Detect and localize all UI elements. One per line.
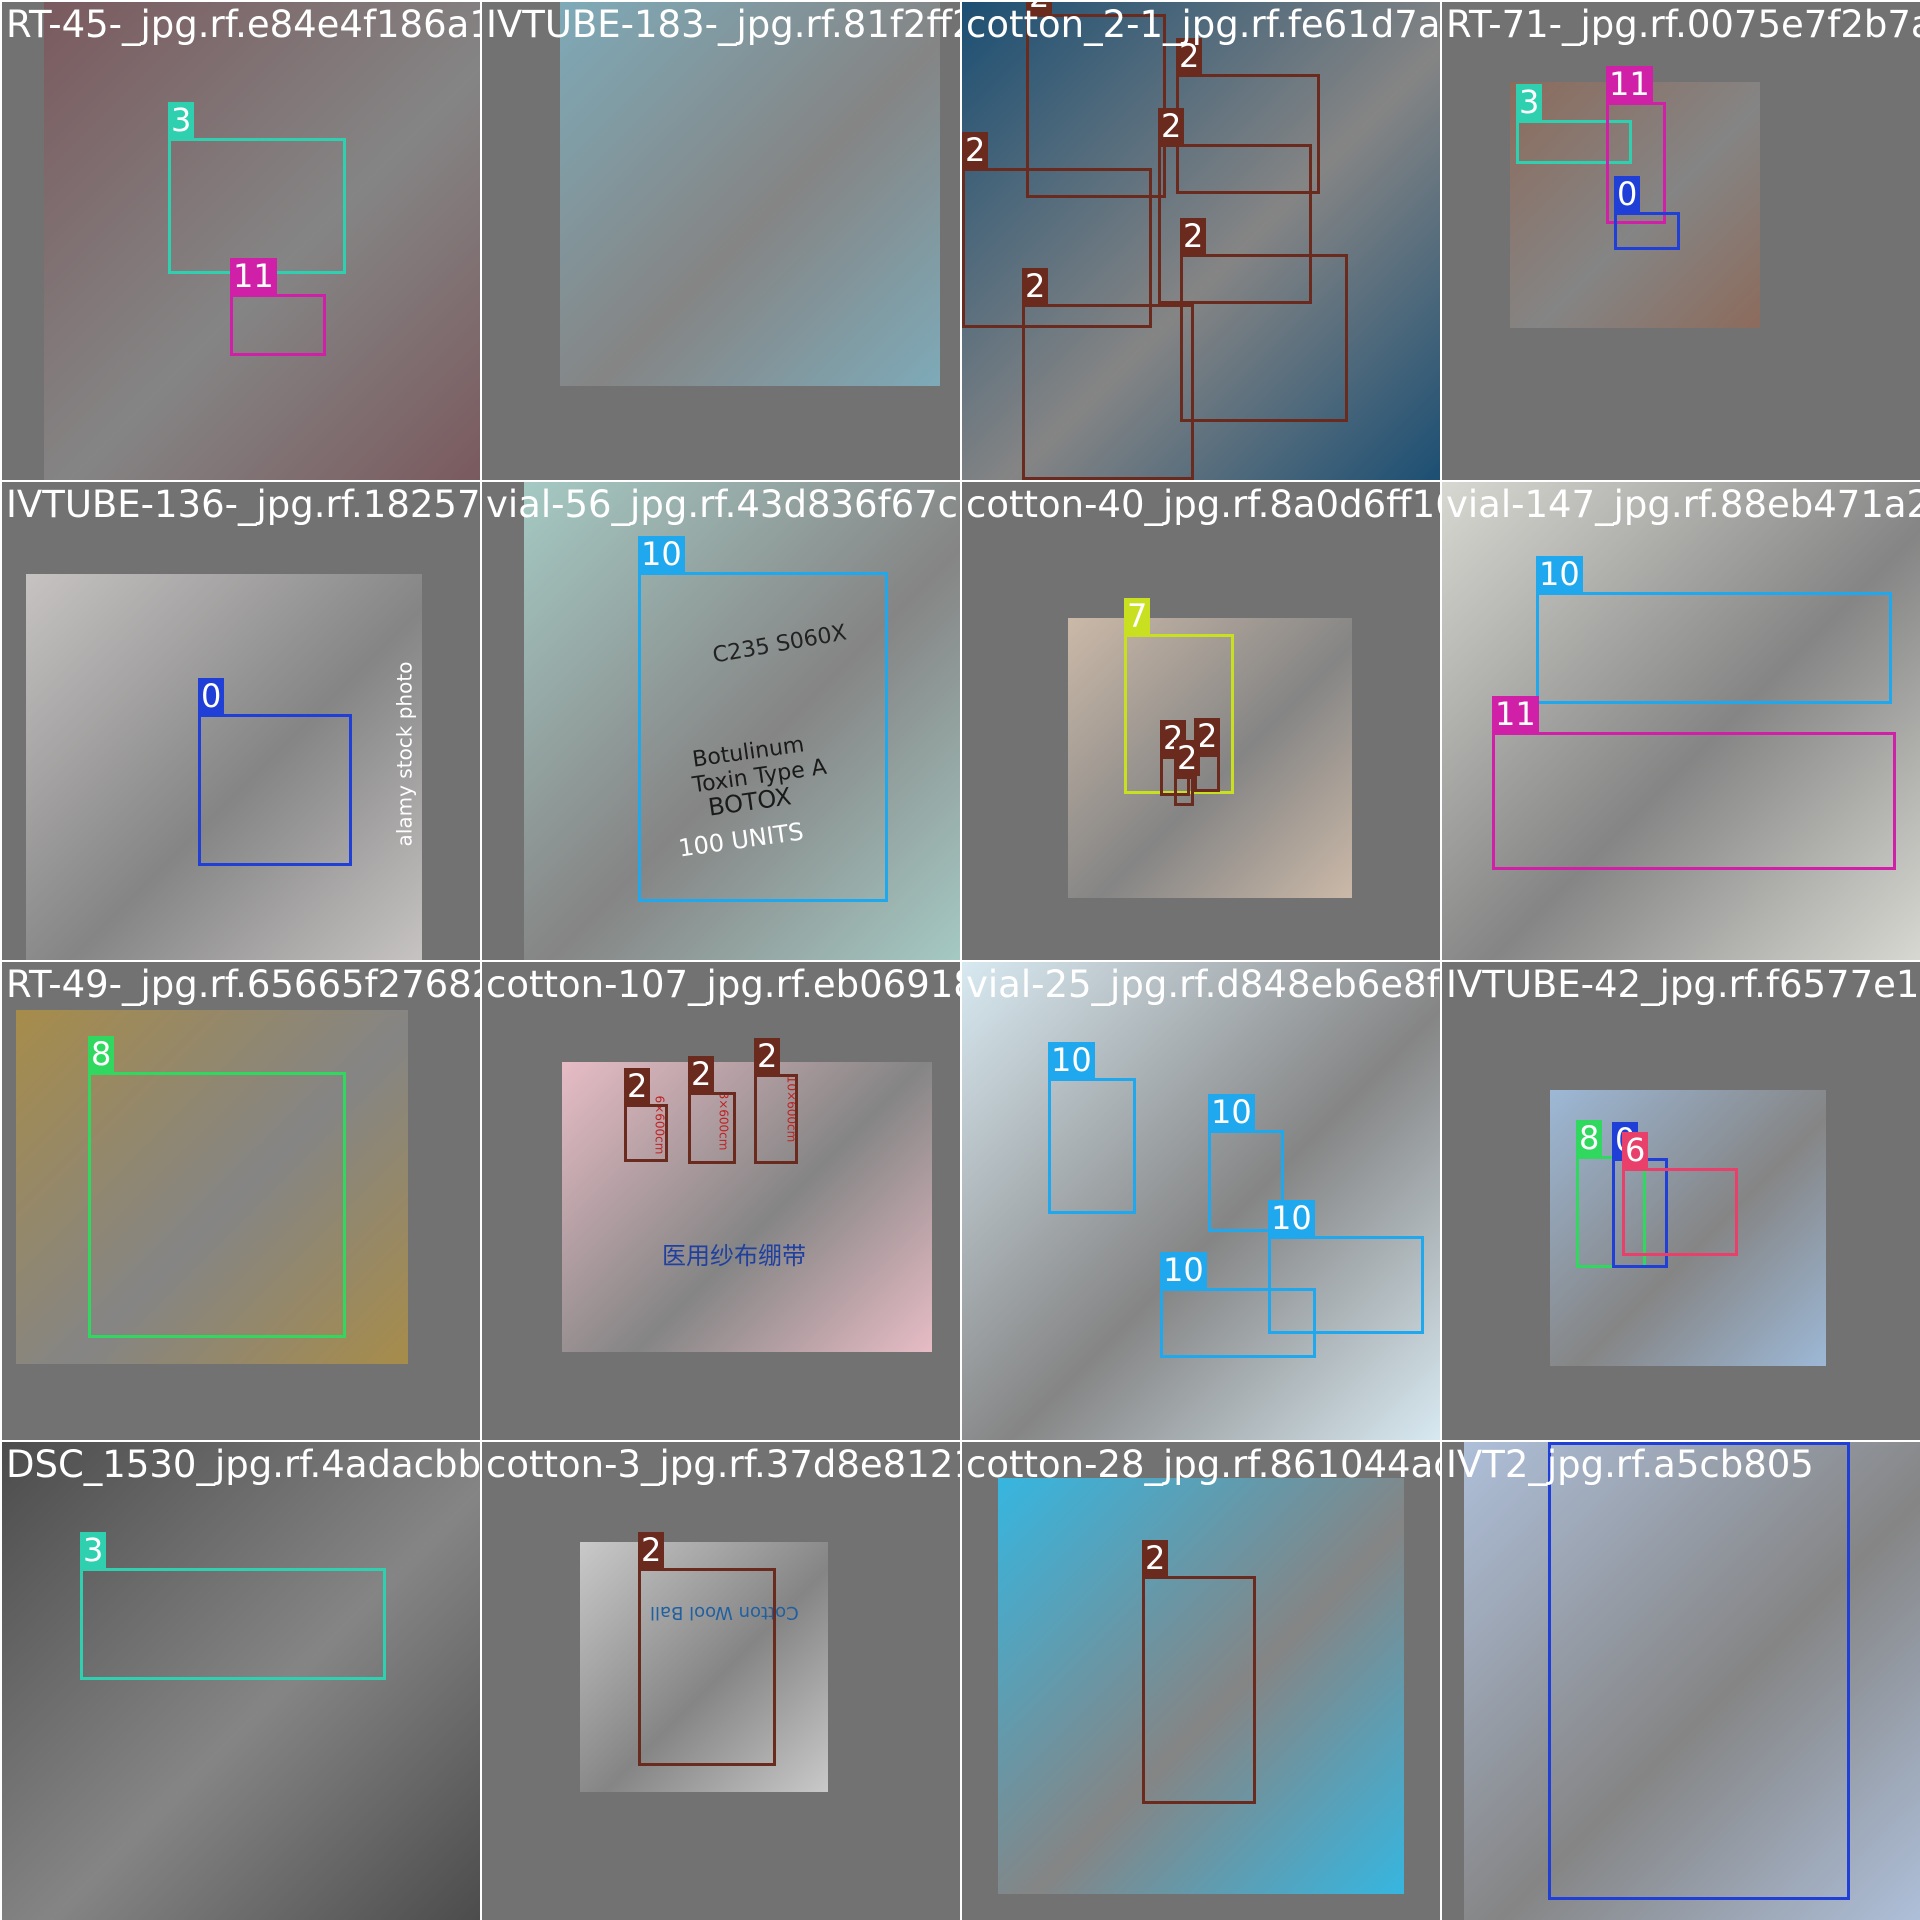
bounding-box: 0: [198, 678, 352, 866]
filename-label: IVTUBE-183-_jpg.rf.81f2ff2c...: [486, 3, 960, 46]
class-label: 2: [1022, 268, 1049, 304]
image-tile: cotton-107_jpg.rf.eb069187f...2226×600cm…: [482, 962, 960, 1440]
filename-label: vial-25_jpg.rf.d848eb6e8f...: [966, 963, 1440, 1006]
image-tile: cotton-28_jpg.rf.861044ac9... 2: [962, 1442, 1440, 1920]
bounding-box: 0: [1548, 1442, 1850, 1900]
class-label: 2: [962, 132, 989, 168]
filename-label: cotton-107_jpg.rf.eb069187f...: [486, 963, 960, 1006]
filename-label: RT-45-_jpg.rf.e84e4f186a1c2b...: [6, 3, 480, 46]
class-label: 11: [1606, 66, 1653, 102]
class-label: 10: [1268, 1200, 1315, 1236]
bounding-box: 10: [1536, 556, 1892, 704]
bounding-box: 11: [1492, 696, 1896, 870]
bounding-box: 0: [1614, 176, 1680, 250]
filename-label: cotton-3_jpg.rf.37d8e812116...: [486, 1443, 960, 1486]
class-label: 0: [198, 678, 225, 714]
filename-label: cotton_2-1_jpg.rf.fe61d7a79d5f7751-cotto…: [966, 3, 1440, 46]
class-label: 2: [688, 1056, 715, 1092]
bounding-box: 2: [1174, 740, 1201, 806]
bounding-box: 3: [80, 1532, 386, 1680]
bounding-box: 8: [88, 1036, 346, 1338]
image-tile: vial-56_jpg.rf.43d836f67c... 10 C235 S060X…: [482, 482, 960, 960]
image-tile: IVT2_jpg.rf.a5cb8050: [1442, 1442, 1920, 1920]
class-label: 2: [754, 1038, 781, 1074]
image-tile: DSC_1530_jpg.rf.4adacbbf02... 3: [2, 1442, 480, 1920]
class-label: 10: [1160, 1252, 1207, 1288]
bounding-box: 10: [638, 536, 888, 902]
filename-label: IVT2_jpg.rf.a5cb805: [1446, 1443, 1814, 1486]
class-label: 10: [638, 536, 685, 572]
bounding-box: 2: [624, 1068, 668, 1162]
bounding-box: 6: [1622, 1132, 1738, 1256]
bounding-box: 3: [168, 102, 346, 274]
class-label: 11: [230, 258, 277, 294]
bounding-box: 11: [230, 258, 326, 356]
image-tile: IVTUBE-183-_jpg.rf.81f2ff2c...: [482, 2, 960, 480]
filename-label: vial-147_jpg.rf.88eb471a21: [1446, 483, 1920, 526]
filename-label: vial-56_jpg.rf.43d836f67c...: [486, 483, 960, 526]
class-label: 10: [1536, 556, 1583, 592]
image-tile: RT-45-_jpg.rf.e84e4f186a1c2b... 3 11: [2, 2, 480, 480]
class-label: 2: [1142, 1540, 1169, 1576]
filename-label: cotton-28_jpg.rf.861044ac9...: [966, 1443, 1440, 1486]
photo: [562, 1062, 932, 1352]
class-label: 8: [88, 1036, 115, 1072]
image-tile: cotton-40_jpg.rf.8a0d6ff1672...7222: [962, 482, 1440, 960]
class-label: 10: [1048, 1042, 1095, 1078]
bounding-box: 2: [1180, 218, 1348, 422]
photo-text: 医用纱布绷带: [662, 1242, 806, 1270]
image-tile: IVTUBE-42_jpg.rf.f6577e1fd3806: [1442, 962, 1920, 1440]
image-tile: RT-49-_jpg.rf.65665f276827... 8: [2, 962, 480, 1440]
photo-text: alamy stock photo: [392, 661, 417, 847]
class-label: 2: [1180, 218, 1207, 254]
bounding-box: 2: [638, 1532, 776, 1766]
bounding-box: 10: [1160, 1252, 1316, 1358]
filename-label: RT-71-_jpg.rf.0075e7f2b7a4a: [1446, 3, 1920, 46]
class-label: 7: [1124, 598, 1151, 634]
filename-label: RT-49-_jpg.rf.65665f276827...: [6, 963, 480, 1006]
class-label: 2: [624, 1068, 651, 1104]
class-label: 0: [1614, 176, 1641, 212]
image-tile: cotton-3_jpg.rf.37d8e812116...2Cotton Wo…: [482, 1442, 960, 1920]
filename-label: DSC_1530_jpg.rf.4adacbbf02...: [6, 1443, 480, 1486]
mosaic-grid: RT-45-_jpg.rf.e84e4f186a1c2b... 3 11 IVTUBE…: [0, 0, 1920, 1920]
filename-label: cotton-40_jpg.rf.8a0d6ff1672...: [966, 483, 1440, 526]
bounding-box: 2: [754, 1038, 798, 1164]
photo: [962, 962, 1440, 1440]
image-tile: RT-71-_jpg.rf.0075e7f2b7a4a 3 11 0: [1442, 2, 1920, 480]
filename-label: IVTUBE-42_jpg.rf.f6577e1fd3: [1446, 963, 1920, 1006]
image-tile: vial-25_jpg.rf.d848eb6e8f... 10 10 10 10: [962, 962, 1440, 1440]
filename-label: IVTUBE-136-_jpg.rf.18257ef0...: [6, 483, 480, 526]
bounding-box: 10: [1048, 1042, 1136, 1214]
bounding-box: 2: [688, 1056, 736, 1164]
image-tile: IVTUBE-136-_jpg.rf.18257ef0... 0 alamy sto…: [2, 482, 480, 960]
photo: [560, 2, 940, 386]
class-label: 3: [168, 102, 195, 138]
class-label: 2: [1158, 108, 1185, 144]
class-label: 3: [80, 1532, 107, 1568]
class-label: 2: [638, 1532, 665, 1568]
class-label: 11: [1492, 696, 1539, 732]
class-label: 10: [1208, 1094, 1255, 1130]
bounding-box: 2: [1142, 1540, 1256, 1804]
class-label: 2: [1174, 740, 1201, 776]
image-tile: cotton_2-1_jpg.rf.fe61d7a79d5f7751-cotto…: [962, 2, 1440, 480]
bounding-box: 2: [1022, 268, 1194, 480]
class-label: 6: [1622, 1132, 1649, 1168]
class-label: 8: [1576, 1120, 1603, 1156]
image-tile: vial-147_jpg.rf.88eb471a21 10 11: [1442, 482, 1920, 960]
class-label: 3: [1516, 84, 1543, 120]
photo: [2, 1442, 480, 1920]
